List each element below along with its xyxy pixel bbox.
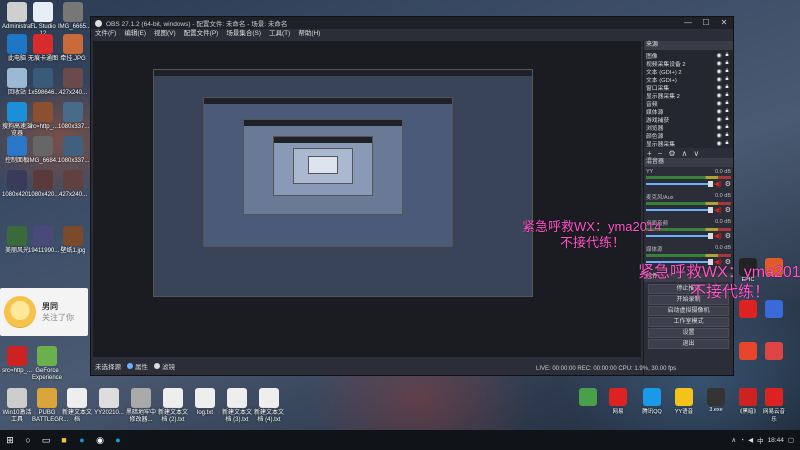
- start-button[interactable]: ⊞: [2, 433, 18, 447]
- app-icon: [643, 388, 661, 406]
- search-icon[interactable]: ○: [20, 433, 36, 447]
- desktop-icons-right: EPIC 网易 腾讯QQ YY语音 3.exe 《黑暗》 网易云音乐: [0, 0, 800, 430]
- system-tray: ∧ ◔ ◀ 中 18:44 ▢: [731, 435, 800, 446]
- tray-arrow-icon[interactable]: ∧: [731, 436, 736, 444]
- app-icon: [765, 300, 783, 318]
- watermark-4: 不接代练！: [690, 284, 771, 301]
- desktop-icon-label: 网易云音乐: [762, 409, 785, 423]
- desktop-icon[interactable]: 3.exe: [704, 388, 728, 413]
- watermark-2: 不接代练！: [560, 235, 626, 250]
- app-icon: [739, 342, 757, 360]
- desktop-icon[interactable]: 网易: [606, 388, 630, 415]
- app-icon: [675, 388, 693, 406]
- app-icon: [579, 388, 597, 406]
- desktop-icon[interactable]: [736, 300, 760, 319]
- app-icon: [765, 388, 783, 406]
- desktop-icon[interactable]: 《黑暗》: [736, 388, 760, 415]
- desktop-icon[interactable]: [576, 388, 600, 407]
- desktop-icon[interactable]: [762, 342, 786, 361]
- app-icon: [765, 342, 783, 360]
- desktop-icon[interactable]: [762, 300, 786, 319]
- notification-icon[interactable]: ▢: [788, 436, 794, 444]
- app-icon: [707, 388, 725, 406]
- desktop-icon-label: 3.exe: [709, 407, 723, 413]
- desktop-icon[interactable]: 腾讯QQ: [640, 388, 664, 415]
- qq-taskbar-icon[interactable]: ●: [110, 433, 126, 447]
- file-explorer-icon[interactable]: ■: [56, 433, 72, 447]
- desktop-icon-label: 《黑暗》: [736, 409, 759, 415]
- input-lang[interactable]: 中: [757, 435, 764, 445]
- network-icon[interactable]: ◔: [740, 437, 744, 444]
- app-icon: [609, 388, 627, 406]
- app-icon: [739, 300, 757, 318]
- obs-taskbar-icon[interactable]: ◉: [92, 433, 108, 447]
- task-view-icon[interactable]: ▭: [38, 433, 54, 447]
- clock[interactable]: 18:44: [768, 437, 784, 444]
- desktop-icon[interactable]: 网易云音乐: [762, 388, 786, 423]
- desktop-icon[interactable]: YY语音: [672, 388, 696, 415]
- volume-icon[interactable]: ◀: [748, 436, 753, 444]
- browser-icon[interactable]: ●: [74, 433, 90, 447]
- app-icon: [739, 388, 757, 406]
- taskbar: ⊞ ○ ▭ ■ ● ◉ ● ∧ ◔ ◀ 中 18:44 ▢: [0, 430, 800, 450]
- desktop-icon-label: 腾讯QQ: [642, 409, 662, 415]
- desktop-icon[interactable]: [736, 342, 760, 361]
- desktop-icon-label: YY语音: [674, 409, 694, 415]
- desktop-icon-label: 网易: [612, 409, 624, 415]
